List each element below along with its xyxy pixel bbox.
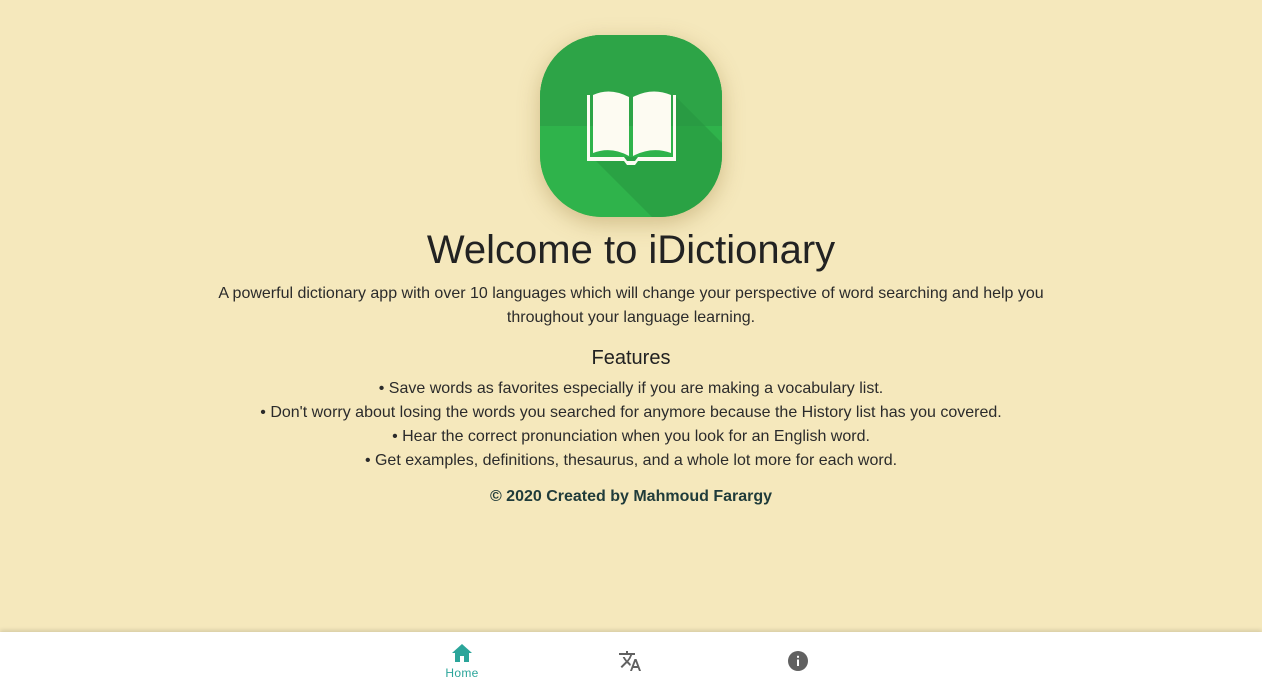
main-content: Welcome to iDictionary A powerful dictio…	[0, 0, 1262, 632]
translate-icon	[618, 649, 642, 678]
info-icon	[787, 650, 809, 677]
feature-item: • Get examples, definitions, thesaurus, …	[364, 452, 898, 469]
app-description: A powerful dictionary app with over 10 l…	[218, 285, 1044, 326]
nav-home-button[interactable]: Home	[402, 632, 522, 688]
app-logo	[540, 35, 722, 217]
features-list: • Save words as favorites especially if …	[0, 377, 1262, 473]
feature-item: • Hear the correct pronunciation when yo…	[392, 428, 870, 445]
page-title: Welcome to iDictionary	[426, 228, 836, 272]
features-heading: Features	[591, 347, 671, 369]
nav-info-button[interactable]	[738, 632, 858, 688]
nav-translate-button[interactable]	[570, 632, 690, 688]
home-icon	[450, 642, 474, 669]
feature-item: • Save words as favorites especially if …	[378, 380, 884, 397]
feature-item: • Don't worry about losing the words you…	[260, 404, 1002, 421]
nav-home-label: Home	[445, 666, 479, 680]
book-icon	[540, 35, 722, 217]
bottom-navigation: Home	[0, 632, 1262, 688]
credit-text: © 2020 Created by Mahmoud Farargy	[489, 488, 773, 505]
